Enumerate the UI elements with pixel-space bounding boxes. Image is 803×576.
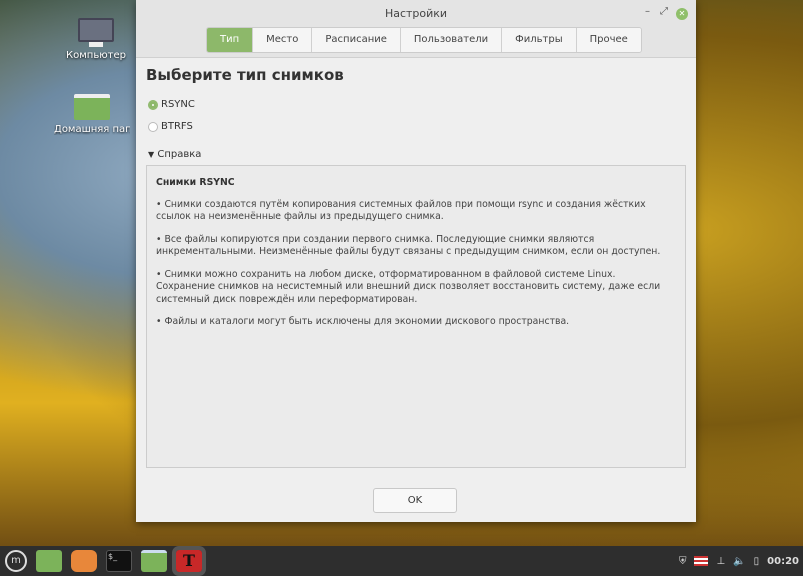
tab-type[interactable]: Тип	[207, 28, 254, 52]
page-title: Выберите тип снимков	[146, 66, 344, 84]
radio-selected-icon	[148, 99, 158, 110]
tab-users[interactable]: Пользователи	[400, 28, 503, 52]
help-title: Снимки RSYNC	[156, 177, 235, 188]
terminal-icon[interactable]: $_	[106, 550, 132, 572]
expander-label: Справка	[157, 149, 202, 160]
us-flag-icon[interactable]	[694, 556, 709, 566]
firefox-icon[interactable]	[71, 550, 97, 572]
battery-icon[interactable]: ▯	[754, 556, 760, 567]
help-paragraph: • Файлы и каталоги могут быть исключены …	[156, 316, 570, 327]
settings-window: Настройки – ⤢ ✕ Тип Место Расписание Пол…	[136, 0, 696, 522]
close-button[interactable]: ✕	[676, 8, 688, 20]
desktop-icon-label: Компьютер	[66, 50, 126, 61]
title-bar: Настройки – ⤢ ✕ Тип Место Расписание Пол…	[136, 0, 696, 58]
radio-label: BTRFS	[161, 121, 193, 132]
folder-icon	[74, 94, 110, 120]
timeshift-icon[interactable]: T	[172, 546, 206, 576]
tab-bar: Тип Место Расписание Пользователи Фильтр…	[206, 27, 642, 53]
ok-button[interactable]: OK	[373, 488, 457, 513]
help-paragraph: • Снимки можно сохранить на любом диске,…	[156, 268, 661, 305]
window-title: Настройки	[384, 7, 448, 20]
clock[interactable]: 00:20	[767, 556, 799, 567]
mint-menu-icon[interactable]: m	[5, 550, 27, 572]
show-desktop-icon[interactable]	[36, 550, 62, 572]
desktop-icon-label: Домашняя папка	[54, 124, 130, 135]
help-text-area: Снимки RSYNC • Снимки создаются путём ко…	[146, 165, 686, 468]
desktop-icon-home[interactable]: Домашняя папка	[54, 94, 130, 135]
volume-icon[interactable]: 🔈	[733, 556, 745, 567]
computer-icon	[78, 18, 114, 42]
help-expander[interactable]: ▼ Справка	[148, 149, 201, 160]
tab-misc[interactable]: Прочее	[576, 28, 641, 52]
taskbar: m $_ T ⛨ ⊥ 🔈 ▯ 00:20	[0, 546, 803, 576]
radio-label: RSYNC	[161, 99, 195, 110]
tab-filters[interactable]: Фильтры	[502, 28, 577, 52]
shield-icon[interactable]: ⛨	[679, 556, 687, 567]
files-icon[interactable]	[141, 550, 167, 572]
minimize-button[interactable]: –	[645, 6, 650, 17]
radio-rsync[interactable]: RSYNC	[148, 99, 195, 110]
radio-btrfs[interactable]: BTRFS	[148, 121, 193, 132]
help-paragraph: • Снимки создаются путём копирования сис…	[156, 198, 646, 223]
tab-schedule[interactable]: Расписание	[312, 28, 401, 52]
maximize-button[interactable]: ⤢	[660, 6, 668, 17]
system-tray: ⛨ ⊥ 🔈 ▯ 00:20	[679, 546, 799, 576]
help-paragraph: • Все файлы копируются при создании перв…	[156, 233, 661, 258]
network-icon[interactable]: ⊥	[716, 556, 725, 567]
tab-location[interactable]: Место	[253, 28, 313, 52]
radio-unselected-icon	[148, 121, 158, 132]
desktop-icon-computer[interactable]: Компьютер	[56, 18, 136, 61]
triangle-down-icon: ▼	[148, 150, 155, 159]
